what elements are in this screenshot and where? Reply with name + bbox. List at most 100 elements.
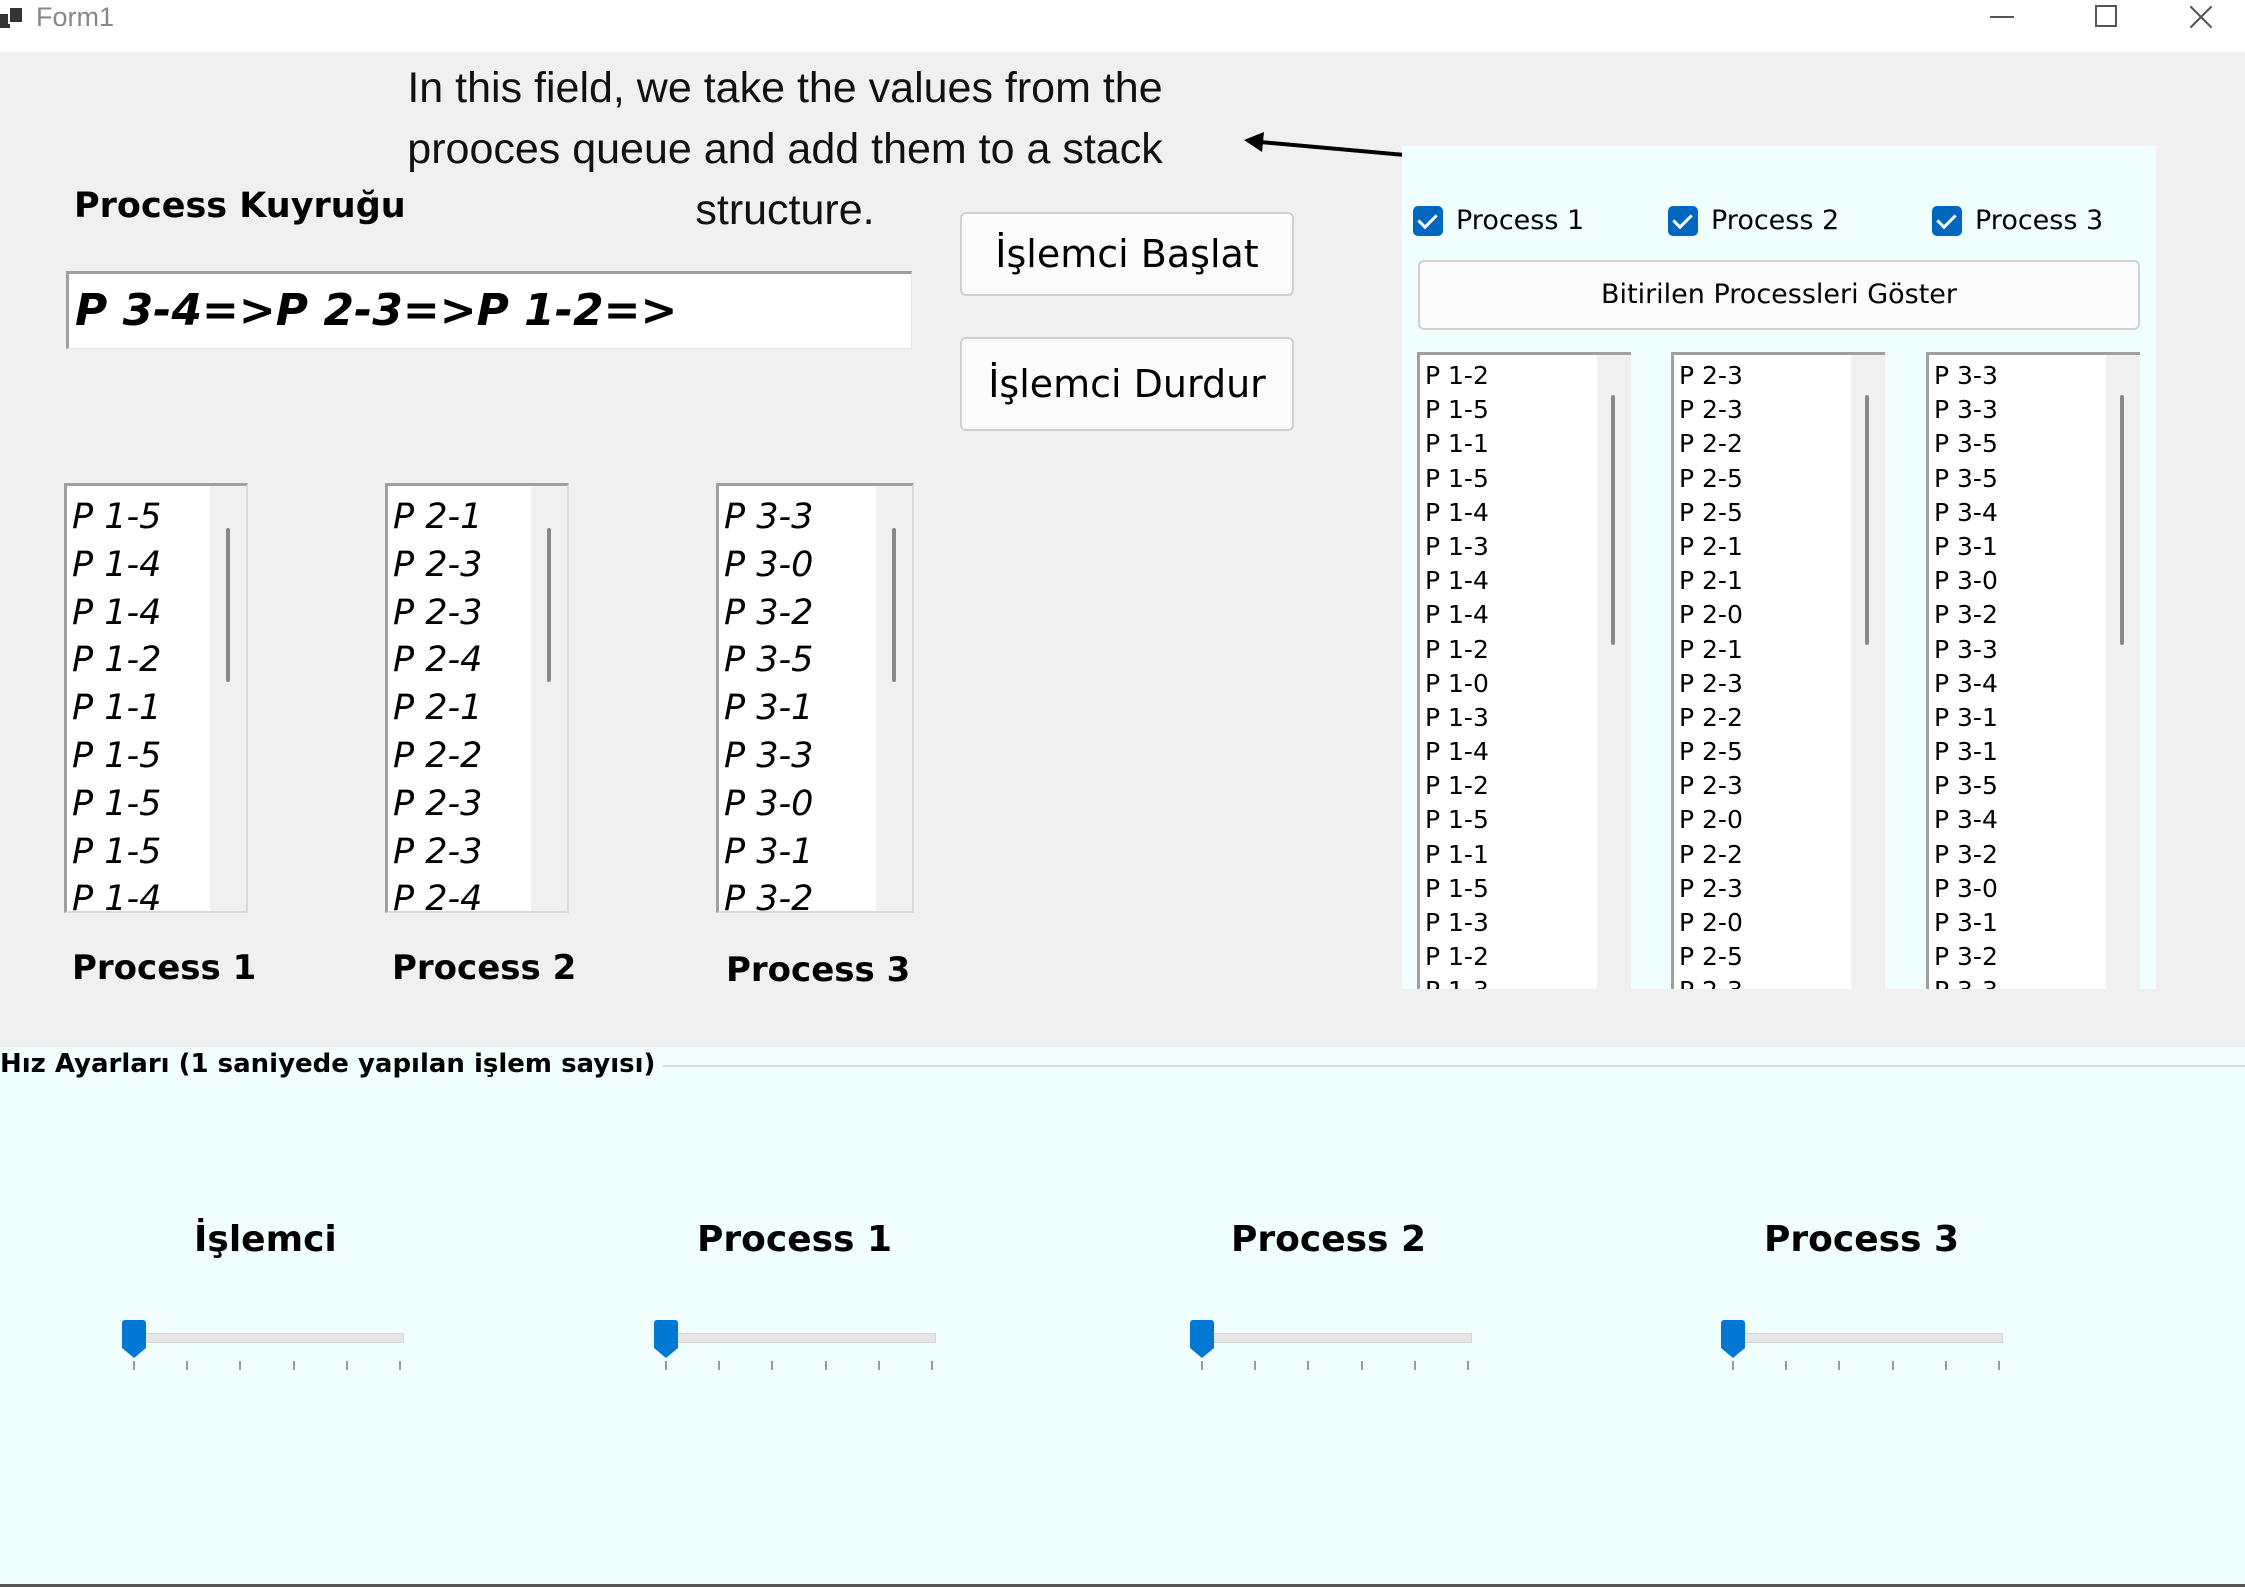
list-item[interactable]: P 3-3 (724, 733, 813, 781)
list-item[interactable]: P 2-1 (393, 685, 482, 733)
slider-thumb[interactable] (122, 1320, 146, 1358)
close-icon[interactable] (2162, 0, 2245, 36)
scrollbar[interactable] (210, 486, 246, 911)
list-item[interactable]: P 3-1 (1934, 735, 1998, 769)
list-item[interactable]: P 1-5 (72, 829, 161, 877)
list-item[interactable]: P 3-5 (1934, 427, 1998, 461)
list-item[interactable]: P 2-1 (1679, 564, 1743, 598)
list-item[interactable]: P 1-4 (72, 876, 161, 911)
list-item[interactable]: P 2-3 (1679, 359, 1743, 393)
minimize-icon[interactable] (1958, 0, 2048, 36)
list-item[interactable]: P 3-1 (1934, 701, 1998, 735)
list-item[interactable]: P 2-5 (1679, 735, 1743, 769)
list-item[interactable]: P 2-4 (393, 876, 482, 911)
slider-thumb[interactable] (654, 1320, 678, 1358)
list-item[interactable]: P 1-4 (1425, 496, 1489, 530)
finished-process1-listbox[interactable]: P 1-2 P 1-5 P 1-1 P 1-5 P 1-4 P 1-3 P 1-… (1417, 352, 1631, 989)
list-item[interactable]: P 3-3 (1934, 974, 1998, 989)
scrollbar-thumb[interactable] (892, 528, 896, 682)
list-item[interactable]: P 3-3 (1934, 359, 1998, 393)
list-item[interactable]: P 3-0 (1934, 564, 1998, 598)
list-item[interactable]: P 2-1 (1679, 633, 1743, 667)
list-item[interactable]: P 2-3 (1679, 667, 1743, 701)
scrollbar[interactable] (1597, 355, 1631, 989)
list-item[interactable]: P 2-0 (1679, 598, 1743, 632)
list-item[interactable]: P 3-4 (1934, 667, 1998, 701)
list-item[interactable]: P 1-0 (1425, 667, 1489, 701)
list-item[interactable]: P 3-5 (724, 637, 813, 685)
list-item[interactable]: P 1-5 (1425, 872, 1489, 906)
finished-process3-listbox[interactable]: P 3-3 P 3-3 P 3-5 P 3-5 P 3-4 P 3-1 P 3-… (1926, 352, 2140, 989)
maximize-icon[interactable] (2060, 0, 2150, 36)
process2-listbox[interactable]: P 2-1 P 2-3 P 2-3 P 2-4 P 2-1 P 2-2 P 2-… (385, 483, 569, 913)
list-item[interactable]: P 3-0 (724, 781, 813, 829)
scrollbar-thumb[interactable] (1611, 395, 1615, 645)
list-item[interactable]: P 1-1 (1425, 838, 1489, 872)
list-item[interactable]: P 3-0 (724, 542, 813, 590)
process3-listbox[interactable]: P 3-3 P 3-0 P 3-2 P 3-5 P 3-1 P 3-3 P 3-… (716, 483, 914, 913)
list-item[interactable]: P 1-2 (1425, 940, 1489, 974)
list-item[interactable]: P 1-5 (72, 733, 161, 781)
list-item[interactable]: P 2-0 (1679, 803, 1743, 837)
list-item[interactable]: P 1-1 (72, 685, 161, 733)
list-item[interactable]: P 2-3 (393, 829, 482, 877)
list-item[interactable]: P 1-4 (1425, 735, 1489, 769)
list-item[interactable]: P 1-3 (1425, 974, 1489, 989)
list-item[interactable]: P 1-4 (72, 590, 161, 638)
list-item[interactable]: P 1-3 (1425, 701, 1489, 735)
list-item[interactable]: P 1-5 (72, 494, 161, 542)
list-item[interactable]: P 2-2 (393, 733, 482, 781)
list-item[interactable]: P 1-5 (1425, 393, 1489, 427)
list-item[interactable]: P 3-3 (1934, 393, 1998, 427)
list-item[interactable]: P 3-1 (1934, 530, 1998, 564)
list-item[interactable]: P 3-2 (1934, 598, 1998, 632)
list-item[interactable]: P 3-3 (1934, 633, 1998, 667)
scrollbar-thumb[interactable] (2120, 395, 2124, 645)
list-item[interactable]: P 2-2 (1679, 838, 1743, 872)
process1-speed-slider[interactable] (654, 1309, 944, 1370)
list-item[interactable]: P 1-4 (1425, 564, 1489, 598)
scrollbar-thumb[interactable] (226, 528, 230, 682)
list-item[interactable]: P 2-0 (1679, 906, 1743, 940)
process1-listbox[interactable]: P 1-5 P 1-4 P 1-4 P 1-2 P 1-1 P 1-5 P 1-… (64, 483, 248, 913)
processor-speed-slider[interactable] (122, 1309, 412, 1370)
list-item[interactable]: P 2-3 (1679, 769, 1743, 803)
list-item[interactable]: P 1-5 (1425, 462, 1489, 496)
list-item[interactable]: P 1-3 (1425, 530, 1489, 564)
list-item[interactable]: P 3-4 (1934, 496, 1998, 530)
list-item[interactable]: P 1-5 (72, 781, 161, 829)
scrollbar[interactable] (531, 486, 567, 911)
list-item[interactable]: P 2-3 (393, 542, 482, 590)
slider-thumb[interactable] (1721, 1320, 1745, 1358)
list-item[interactable]: P 3-4 (1934, 803, 1998, 837)
list-item[interactable]: P 3-2 (1934, 838, 1998, 872)
list-item[interactable]: P 2-3 (1679, 393, 1743, 427)
scrollbar[interactable] (876, 486, 912, 911)
scrollbar[interactable] (2106, 355, 2140, 989)
list-item[interactable]: P 1-3 (1425, 906, 1489, 940)
list-item[interactable]: P 2-1 (393, 494, 482, 542)
show-finished-processes-button[interactable]: Bitirilen Processleri Göster (1418, 260, 2140, 330)
list-item[interactable]: P 2-2 (1679, 701, 1743, 735)
process3-speed-slider[interactable] (1721, 1309, 2011, 1370)
list-item[interactable]: P 3-1 (724, 829, 813, 877)
scrollbar-thumb[interactable] (1865, 395, 1869, 645)
list-item[interactable]: P 1-2 (1425, 769, 1489, 803)
list-item[interactable]: P 1-5 (1425, 803, 1489, 837)
list-item[interactable]: P 1-4 (72, 542, 161, 590)
list-item[interactable]: P 3-2 (724, 876, 813, 911)
process2-speed-slider[interactable] (1190, 1309, 1480, 1370)
list-item[interactable]: P 2-3 (1679, 974, 1743, 989)
list-item[interactable]: P 3-0 (1934, 872, 1998, 906)
list-item[interactable]: P 3-5 (1934, 462, 1998, 496)
list-item[interactable]: P 1-2 (1425, 359, 1489, 393)
queue-textbox[interactable]: P 3-4=>P 2-3=>P 1-2=> (66, 271, 912, 349)
stop-processor-button[interactable]: İşlemci Durdur (960, 337, 1294, 431)
scrollbar[interactable] (1851, 355, 1885, 989)
list-item[interactable]: P 2-2 (1679, 427, 1743, 461)
list-item[interactable]: P 3-1 (1934, 906, 1998, 940)
slider-thumb[interactable] (1190, 1320, 1214, 1358)
list-item[interactable]: P 1-1 (1425, 427, 1489, 461)
list-item[interactable]: P 3-2 (724, 590, 813, 638)
list-item[interactable]: P 3-1 (724, 685, 813, 733)
